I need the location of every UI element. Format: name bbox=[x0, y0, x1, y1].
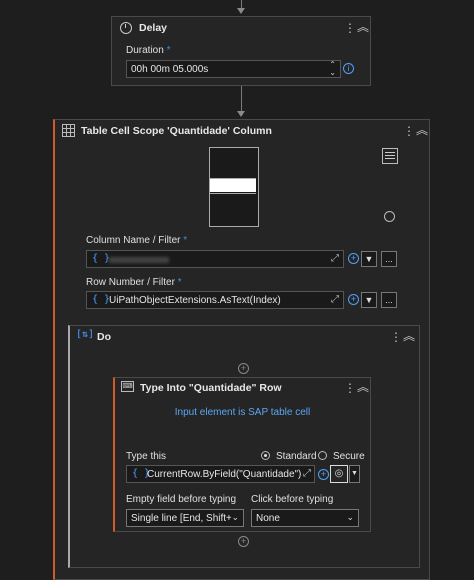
preview-highlighted-cell bbox=[210, 179, 256, 192]
mode-standard-radio[interactable] bbox=[261, 451, 270, 460]
do-collapse-icon[interactable]: ︽ bbox=[403, 330, 415, 342]
duration-label-text: Duration bbox=[126, 45, 164, 56]
empty-field-label: Empty field before typing bbox=[126, 494, 237, 505]
duration-value: 00h 00m 05.000s bbox=[131, 64, 209, 75]
do-title: Do bbox=[97, 331, 111, 343]
duration-label: Duration * bbox=[126, 45, 171, 56]
type-into-title: Type Into "Quantidade" Row bbox=[140, 382, 282, 394]
row-expand-icon[interactable]: ⤢ bbox=[331, 294, 339, 305]
column-expand-icon[interactable]: ⤢ bbox=[331, 253, 339, 264]
type-into-menu-icon[interactable]: ⋮ bbox=[344, 382, 356, 394]
preview-row-line-top bbox=[210, 178, 256, 179]
click-before-value: None bbox=[256, 513, 280, 524]
column-add-variable-icon[interactable]: + bbox=[348, 253, 359, 264]
row-expression-icon: { } bbox=[92, 294, 111, 305]
table-cell-scope-menu-icon[interactable]: ⋮ bbox=[403, 125, 415, 137]
delay-activity[interactable]: Delay ⋮ ︽ Duration * 00h 00m 05.000s ⌃ ⌄ … bbox=[111, 16, 371, 86]
target-message: Input element is SAP table cell bbox=[174, 407, 311, 418]
duration-required-mark: * bbox=[166, 45, 171, 56]
mode-secure-label[interactable]: Secure bbox=[333, 451, 365, 462]
column-dropdown-button[interactable]: ▼ bbox=[361, 251, 377, 267]
table-cell-scope-title: Table Cell Scope 'Quantidade' Column bbox=[81, 125, 272, 137]
target-menu-icon[interactable] bbox=[382, 148, 398, 164]
delay-collapse-icon[interactable]: ︽ bbox=[357, 21, 369, 33]
clock-hand bbox=[125, 24, 126, 28]
column-name-input[interactable]: { } ⤢ bbox=[86, 250, 344, 268]
duration-info-icon[interactable]: i bbox=[343, 63, 354, 74]
column-required-mark: * bbox=[183, 235, 188, 246]
delay-title: Delay bbox=[139, 22, 168, 34]
column-name-label-text: Column Name / Filter bbox=[86, 235, 181, 246]
table-preview-thumbnail[interactable] bbox=[209, 147, 259, 227]
type-into-collapse-icon[interactable]: ︽ bbox=[357, 381, 369, 393]
clock-icon bbox=[120, 22, 132, 34]
table-cell-scope-collapse-icon[interactable]: ︽ bbox=[416, 124, 428, 136]
row-number-label: Row Number / Filter * bbox=[86, 277, 182, 288]
delay-header: Delay ⋮ ︽ bbox=[112, 17, 370, 39]
row-required-mark: * bbox=[177, 277, 182, 288]
type-this-value: CurrentRow.ByField("Quantidade") bbox=[147, 469, 302, 480]
row-more-button[interactable]: ... bbox=[381, 292, 397, 308]
column-expression-icon: { } bbox=[92, 253, 111, 264]
empty-field-value: Single line [End, Shift+H bbox=[131, 513, 231, 524]
type-into-icon: ⌨ bbox=[121, 381, 134, 392]
type-this-input[interactable]: { } CurrentRow.ByField("Quantidade") ⤢ bbox=[126, 465, 315, 483]
duration-spinner-icon[interactable]: ⌃ ⌄ bbox=[329, 61, 336, 77]
delay-menu-icon[interactable]: ⋮ bbox=[344, 22, 356, 34]
click-before-chevron-icon: ⌄ bbox=[346, 512, 354, 522]
type-this-label: Type this bbox=[126, 451, 167, 462]
do-menu-icon[interactable]: ⋮ bbox=[390, 331, 402, 343]
add-activity-top-icon[interactable]: + bbox=[238, 363, 249, 374]
table-cell-scope-header: Table Cell Scope 'Quantidade' Column ⋮ ︽ bbox=[55, 120, 429, 142]
column-value-redacted bbox=[109, 257, 169, 263]
click-before-label: Click before typing bbox=[251, 494, 334, 505]
target-indicator-icon[interactable] bbox=[384, 211, 395, 222]
preview-row-line-bottom bbox=[210, 193, 256, 194]
secure-view-hidden-button[interactable]: ◎ bbox=[330, 465, 348, 483]
connector-arrow-middle bbox=[237, 111, 245, 117]
do-container[interactable]: [⇅] Do ⋮ ︽ + ⌨ Type Into "Quantidade" Ro… bbox=[68, 325, 420, 568]
connector-top bbox=[241, 0, 242, 8]
type-into-activity[interactable]: ⌨ Type Into "Quantidade" Row ⋮ ︽ Input e… bbox=[113, 377, 371, 532]
do-sequence-icon: [⇅] bbox=[76, 329, 95, 340]
click-before-select[interactable]: None ⌄ bbox=[251, 509, 359, 527]
add-activity-bottom-icon[interactable]: + bbox=[238, 536, 249, 547]
row-number-value: UiPathObjectExtensions.AsText(Index) bbox=[109, 295, 281, 306]
table-cell-scope-activity[interactable]: Table Cell Scope 'Quantidade' Column ⋮ ︽… bbox=[53, 119, 430, 580]
duration-input[interactable]: 00h 00m 05.000s ⌃ ⌄ bbox=[126, 60, 341, 78]
empty-field-select[interactable]: Single line [End, Shift+H ⌄ bbox=[126, 509, 244, 527]
row-dropdown-button[interactable]: ▼ bbox=[361, 292, 377, 308]
column-name-label: Column Name / Filter * bbox=[86, 235, 187, 246]
row-add-variable-icon[interactable]: + bbox=[348, 294, 359, 305]
type-this-add-variable-icon[interactable]: + bbox=[318, 469, 329, 480]
empty-field-chevron-icon: ⌄ bbox=[231, 512, 239, 522]
row-number-input[interactable]: { } UiPathObjectExtensions.AsText(Index)… bbox=[86, 291, 344, 309]
type-this-expand-icon[interactable]: ⤢ bbox=[303, 468, 311, 479]
mode-secure-radio[interactable] bbox=[318, 451, 327, 460]
type-this-dropdown-button[interactable]: ▼ bbox=[349, 465, 360, 483]
mode-standard-label[interactable]: Standard bbox=[276, 451, 317, 462]
connector-middle bbox=[241, 86, 242, 112]
row-number-label-text: Row Number / Filter bbox=[86, 277, 175, 288]
table-icon bbox=[62, 124, 75, 137]
connector-arrow-top bbox=[237, 8, 245, 14]
column-more-button[interactable]: ... bbox=[381, 251, 397, 267]
